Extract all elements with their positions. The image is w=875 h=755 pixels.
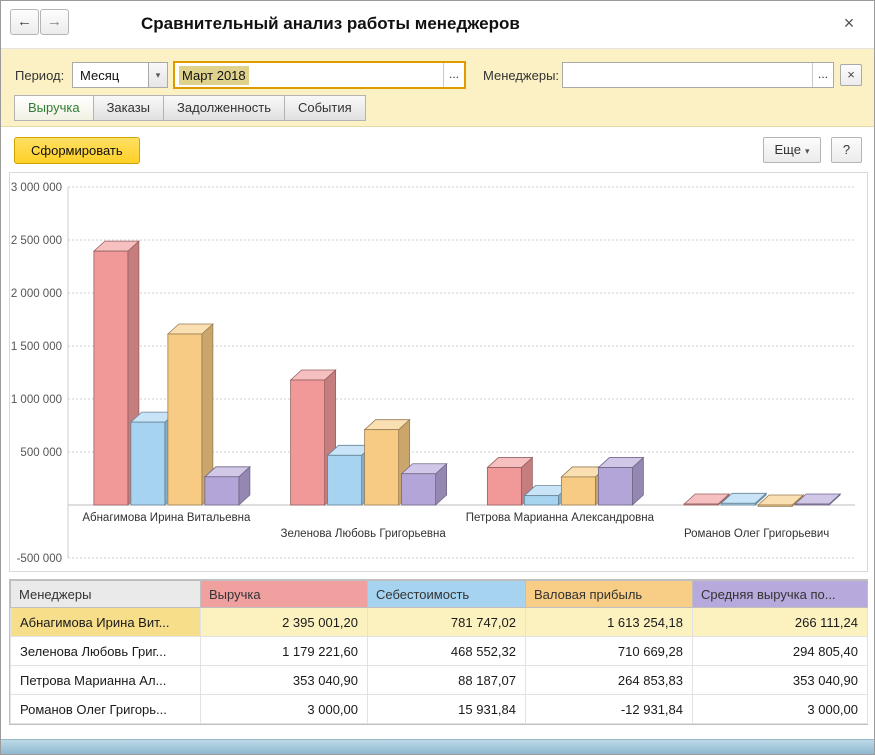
bar-4-cat-1 xyxy=(205,467,250,505)
forward-button[interactable]: → xyxy=(40,9,69,35)
category-label: Зеленова Любовь Григорьевна xyxy=(281,528,447,540)
table-header-row: МенеджерыВыручкаСебестоимостьВаловая при… xyxy=(11,581,868,608)
chart-area: -500 000 500 000 1 000 000 1 500 000 2 000 0… xyxy=(9,172,868,572)
value-cell[interactable]: 1 613 254,18 xyxy=(526,608,693,637)
category-label: Петрова Марианна Александровна xyxy=(466,512,655,524)
value-cell[interactable]: 353 040,90 xyxy=(201,666,368,695)
category-label: Абнагимова Ирина Витальевна xyxy=(82,512,251,524)
bar-chart-3d: -500 000 500 000 1 000 000 1 500 000 2 000 0… xyxy=(10,173,867,571)
period-date-value: Март 2018 xyxy=(179,66,249,85)
y-tick-label: 2 000 000 xyxy=(11,288,62,300)
tab-zakazy[interactable]: Заказы xyxy=(93,95,164,121)
value-cell[interactable]: 468 552,32 xyxy=(368,637,526,666)
y-tick-label: -500 000 xyxy=(17,553,62,565)
window-header: ← → Сравнительный анализ работы менеджер… xyxy=(1,1,874,49)
chevron-down-icon: ▾ xyxy=(805,146,810,156)
report-tabs: Выручка Заказы Задолженность События xyxy=(14,95,365,121)
y-tick-label: 2 500 000 xyxy=(11,235,62,247)
y-tick-label: 3 000 000 xyxy=(11,182,62,194)
table-row[interactable]: Романов Олег Григорь...3 000,0015 931,84… xyxy=(11,695,868,724)
column-header-5[interactable]: Средняя выручка по... xyxy=(693,581,868,608)
value-cell[interactable]: 353 040,90 xyxy=(693,666,868,695)
y-tick-label: 1 500 000 xyxy=(11,341,62,353)
tab-vyruchka[interactable]: Выручка xyxy=(14,95,94,121)
value-cell[interactable]: 3 000,00 xyxy=(693,695,868,724)
tab-zadolzhennost[interactable]: Задолженность xyxy=(163,95,285,121)
help-button[interactable]: ? xyxy=(831,137,862,163)
manager-name-cell[interactable]: Абнагимова Ирина Вит... xyxy=(11,608,201,637)
value-cell[interactable]: 266 111,24 xyxy=(693,608,868,637)
value-cell[interactable]: 710 669,28 xyxy=(526,637,693,666)
generate-button[interactable]: Сформировать xyxy=(14,137,140,164)
back-button[interactable]: ← xyxy=(10,9,39,35)
column-header-3[interactable]: Себестоимость xyxy=(368,581,526,608)
manager-name-cell[interactable]: Зеленова Любовь Григ... xyxy=(11,637,201,666)
bar-4-cat-3 xyxy=(598,458,643,505)
results-table-container: МенеджерыВыручкаСебестоимостьВаловая при… xyxy=(9,579,868,725)
manager-name-cell[interactable]: Петрова Марианна Ал... xyxy=(11,666,201,695)
value-cell[interactable]: -12 931,84 xyxy=(526,695,693,724)
manager-name-cell[interactable]: Романов Олег Григорь... xyxy=(11,695,201,724)
tab-sobytiya[interactable]: События xyxy=(284,95,366,121)
value-cell[interactable]: 2 395 001,20 xyxy=(201,608,368,637)
close-icon[interactable]: × xyxy=(837,11,861,35)
more-button-label: Еще xyxy=(775,142,801,157)
managers-clear-button[interactable]: × xyxy=(840,64,862,86)
value-cell[interactable]: 294 805,40 xyxy=(693,637,868,666)
date-picker-button[interactable]: ... xyxy=(443,63,464,87)
page-title: Сравнительный анализ работы менеджеров xyxy=(141,14,520,34)
value-cell[interactable]: 781 747,02 xyxy=(368,608,526,637)
table-row[interactable]: Петрова Марианна Ал...353 040,9088 187,0… xyxy=(11,666,868,695)
period-type-select[interactable]: Месяц ▾ xyxy=(72,62,168,88)
horizontal-scrollbar[interactable] xyxy=(1,739,874,754)
table-row[interactable]: Зеленова Любовь Григ...1 179 221,60468 5… xyxy=(11,637,868,666)
more-button[interactable]: Еще ▾ xyxy=(763,137,821,163)
value-cell[interactable]: 264 853,83 xyxy=(526,666,693,695)
period-label: Период: xyxy=(15,68,64,83)
period-date-input[interactable]: Март 2018 ... xyxy=(173,61,466,89)
results-table: МенеджерыВыручкаСебестоимостьВаловая при… xyxy=(10,580,868,724)
period-type-value: Месяц xyxy=(73,63,148,87)
value-cell[interactable]: 15 931,84 xyxy=(368,695,526,724)
column-header-1[interactable]: Менеджеры xyxy=(11,581,201,608)
category-label: Романов Олег Григорьевич xyxy=(684,528,829,540)
managers-label: Менеджеры: xyxy=(483,68,559,83)
bar-4-cat-2 xyxy=(402,464,447,505)
table-row[interactable]: Абнагимова Ирина Вит...2 395 001,20781 7… xyxy=(11,608,868,637)
value-cell[interactable]: 3 000,00 xyxy=(201,695,368,724)
value-cell[interactable]: 88 187,07 xyxy=(368,666,526,695)
y-tick-label: 1 000 000 xyxy=(11,394,62,406)
y-tick-label: 500 000 xyxy=(20,447,62,459)
app-window: ← → Сравнительный анализ работы менеджер… xyxy=(0,0,875,755)
chevron-down-icon[interactable]: ▾ xyxy=(148,63,167,87)
managers-picker-button[interactable]: ... xyxy=(812,63,833,87)
value-cell[interactable]: 1 179 221,60 xyxy=(201,637,368,666)
column-header-4[interactable]: Валовая прибыль xyxy=(526,581,693,608)
column-header-2[interactable]: Выручка xyxy=(201,581,368,608)
managers-input[interactable]: ... xyxy=(562,62,834,88)
